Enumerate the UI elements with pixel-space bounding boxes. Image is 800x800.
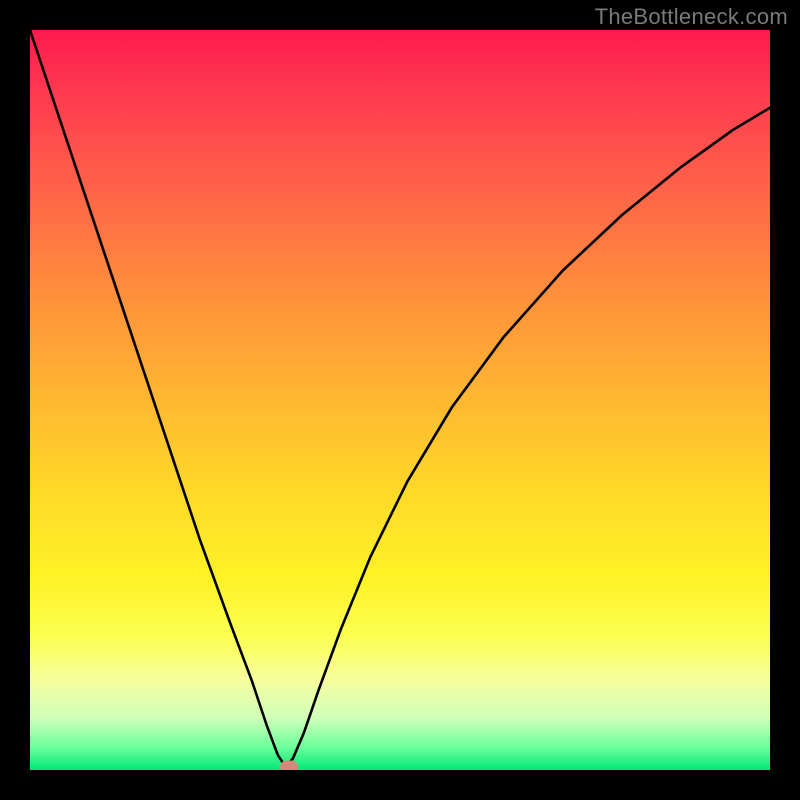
bottleneck-curve [30,30,770,766]
plot-area [30,30,770,770]
watermark-text: TheBottleneck.com [595,4,788,30]
minimum-marker [280,761,298,770]
curve-svg [30,30,770,770]
chart-frame: TheBottleneck.com [0,0,800,800]
